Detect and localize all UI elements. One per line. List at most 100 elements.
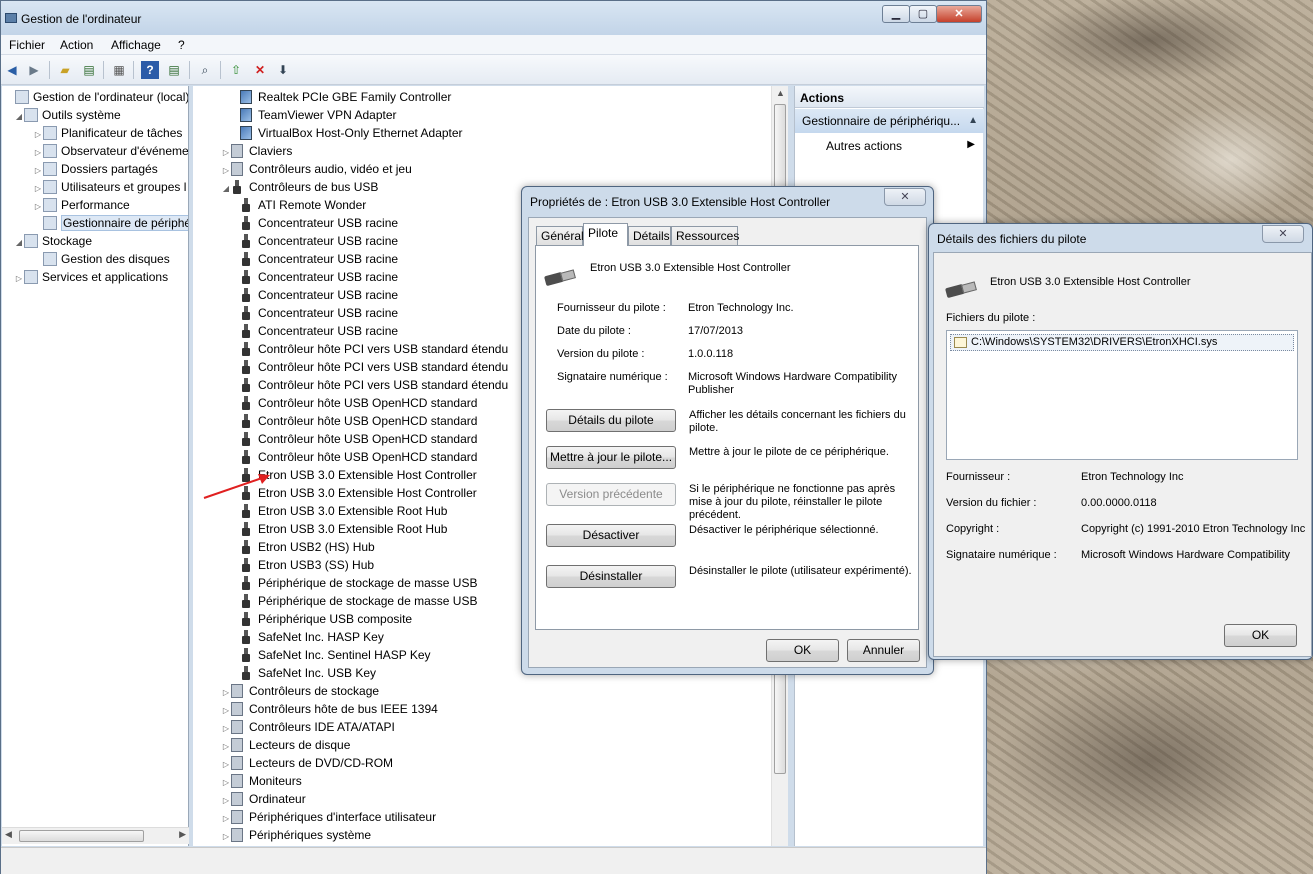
actions-section-device-manager[interactable]: Gestionnaire de périphériqu... ▲ xyxy=(795,109,984,133)
device-tree-item[interactable]: ▷ Contrôleurs de stockage xyxy=(221,682,379,700)
device-tree-item[interactable]: Périphérique de stockage de masse USB xyxy=(240,592,477,610)
tree-item[interactable]: ◢ Outils système xyxy=(14,106,121,124)
device-tree-item[interactable]: Concentrateur USB racine xyxy=(240,250,398,268)
device-tree-item[interactable]: Concentrateur USB racine xyxy=(240,232,398,250)
tree-item[interactable]: Gestionnaire de périphé xyxy=(33,214,188,232)
device-tree-item[interactable]: Contrôleur hôte USB OpenHCD standard xyxy=(240,394,477,412)
tree-item[interactable]: Gestion de l'ordinateur (local) xyxy=(5,88,188,106)
up-folder-icon[interactable]: ▰ xyxy=(56,61,74,79)
scrollbar-thumb[interactable] xyxy=(19,830,144,842)
scroll-left-icon[interactable]: ◀ xyxy=(5,829,12,840)
title-bar[interactable]: Gestion de l'ordinateur ▁ ▢ ✕ xyxy=(1,1,986,35)
device-tree-item[interactable]: ▷ Contrôleurs audio, vidéo et jeu xyxy=(221,160,412,178)
scan-hardware-icon[interactable]: ⌕ xyxy=(196,61,214,79)
help-icon[interactable]: ? xyxy=(141,61,159,79)
scroll-right-icon[interactable]: ▶ xyxy=(179,829,186,840)
submenu-arrow-icon[interactable]: ▶ xyxy=(967,139,975,150)
device-tree-item[interactable]: Etron USB 3.0 Extensible Root Hub xyxy=(240,502,447,520)
driver-details-button[interactable]: Détails du pilote xyxy=(546,409,676,432)
device-tree-item[interactable]: TeamViewer VPN Adapter xyxy=(240,106,397,124)
menu-help[interactable]: ? xyxy=(178,38,185,52)
tree-item[interactable]: ▷ Dossiers partagés xyxy=(33,160,158,178)
tab-resources[interactable]: Ressources xyxy=(671,226,739,246)
other-actions-link[interactable]: Autres actions xyxy=(826,139,902,153)
close-button[interactable]: ✕ xyxy=(936,5,982,23)
tree-item[interactable]: ▷ Performance xyxy=(33,196,130,214)
disable-icon[interactable]: ⬇ xyxy=(274,61,292,79)
uninstall-icon[interactable]: ✕ xyxy=(251,61,269,79)
device-tree-item[interactable]: ▷ Moniteurs xyxy=(221,772,302,790)
tab-general[interactable]: Général xyxy=(536,226,584,246)
device-tree-item[interactable]: SafeNet Inc. USB Key xyxy=(240,664,376,682)
device-tree-item[interactable]: Périphérique de stockage de masse USB xyxy=(240,574,477,592)
file-list-item[interactable]: C:\Windows\SYSTEM32\DRIVERS\EtronXHCI.sy… xyxy=(950,334,1294,351)
back-arrow-icon[interactable]: ◀ xyxy=(3,61,21,79)
tree-item[interactable]: ▷ Utilisateurs et groupes l xyxy=(33,178,186,196)
device-tree-item[interactable]: ▷ Lecteurs de disque xyxy=(221,736,350,754)
show-hide-tree-icon[interactable]: ▤ xyxy=(80,61,98,79)
device-tree-item[interactable]: Concentrateur USB racine xyxy=(240,304,398,322)
update-driver-icon[interactable]: ⇧ xyxy=(227,61,245,79)
device-tree-item[interactable]: ▷ Lecteurs de DVD/CD-ROM xyxy=(221,754,393,772)
menu-fichier[interactable]: Fichier xyxy=(9,38,45,52)
device-tree-item[interactable]: Realtek PCIe GBE Family Controller xyxy=(240,88,451,106)
forward-arrow-icon[interactable]: ▶ xyxy=(25,61,43,79)
device-tree-item[interactable]: Contrôleur hôte USB OpenHCD standard xyxy=(240,448,477,466)
device-tree-item[interactable]: SafeNet Inc. HASP Key xyxy=(240,628,384,646)
device-tree-item[interactable]: Etron USB 3.0 Extensible Host Controller xyxy=(240,484,477,502)
minimize-button[interactable]: ▁ xyxy=(882,5,910,23)
device-tree-item[interactable]: ◢ Contrôleurs de bus USB xyxy=(221,178,378,196)
ok-button[interactable]: OK xyxy=(1224,624,1297,647)
device-tree-item[interactable]: Etron USB2 (HS) Hub xyxy=(240,538,375,556)
device-tree-item[interactable]: Concentrateur USB racine xyxy=(240,286,398,304)
device-tree-item[interactable]: SafeNet Inc. Sentinel HASP Key xyxy=(240,646,431,664)
menu-affichage[interactable]: Affichage xyxy=(111,38,161,52)
device-tree-item[interactable]: ATI Remote Wonder xyxy=(240,196,366,214)
device-tree-item[interactable]: Périphérique USB composite xyxy=(240,610,412,628)
disable-button[interactable]: Désactiver xyxy=(546,524,676,547)
device-tree-item[interactable]: Concentrateur USB racine xyxy=(240,268,398,286)
ok-button[interactable]: OK xyxy=(766,639,839,662)
device-tree-item[interactable]: Concentrateur USB racine xyxy=(240,322,398,340)
device-tree-item[interactable]: ▷ Contrôleurs IDE ATA/ATAPI xyxy=(221,718,395,736)
device-tree-item[interactable]: Etron USB 3.0 Extensible Host Controller xyxy=(240,466,477,484)
collapse-caret-icon[interactable]: ▲ xyxy=(968,115,978,126)
expand-arrow-icon[interactable]: ◢ xyxy=(14,234,24,252)
tab-driver[interactable]: Pilote xyxy=(583,223,628,246)
device-tree-item[interactable]: Etron USB3 (SS) Hub xyxy=(240,556,374,574)
tab-details[interactable]: Détails xyxy=(628,226,671,246)
tree-item[interactable]: Gestion des disques xyxy=(33,250,170,268)
device-tree-item[interactable]: ▷ Contrôleurs hôte de bus IEEE 1394 xyxy=(221,700,438,718)
device-tree-item[interactable]: ▷ Claviers xyxy=(221,142,292,160)
device-tree-item[interactable]: ▷ Périphériques d'interface utilisateur xyxy=(221,808,436,826)
device-tree-item[interactable]: Contrôleur hôte PCI vers USB standard ét… xyxy=(240,340,508,358)
expand-arrow-icon[interactable]: ▷ xyxy=(14,270,24,288)
left-horizontal-scrollbar[interactable]: ◀ ▶ xyxy=(2,827,189,844)
expand-arrow-icon[interactable]: ▷ xyxy=(221,828,231,846)
tree-item[interactable]: ▷Observateur d'événements xyxy=(33,142,188,160)
cancel-button[interactable]: Annuler xyxy=(847,639,920,662)
device-tree-item[interactable]: ▷ Ordinateur xyxy=(221,790,306,808)
device-tree-item[interactable]: Concentrateur USB racine xyxy=(240,214,398,232)
device-tree-item[interactable]: Contrôleur hôte PCI vers USB standard ét… xyxy=(240,358,508,376)
device-tree-item[interactable]: Contrôleur hôte USB OpenHCD standard xyxy=(240,430,477,448)
tree-item[interactable]: ▷ Planificateur de tâches xyxy=(33,124,182,142)
expand-arrow-icon[interactable]: ◢ xyxy=(14,108,24,126)
properties-icon[interactable]: ▦ xyxy=(110,61,128,79)
device-tree-item[interactable]: Contrôleur hôte PCI vers USB standard ét… xyxy=(240,376,508,394)
dialog-close-button[interactable]: ✕ xyxy=(884,188,926,206)
dialog-close-button[interactable]: ✕ xyxy=(1262,225,1304,243)
driver-files-list[interactable]: C:\Windows\SYSTEM32\DRIVERS\EtronXHCI.sy… xyxy=(946,330,1298,460)
device-tree-item[interactable]: Contrôleur hôte USB OpenHCD standard xyxy=(240,412,477,430)
show-hide-action-icon[interactable]: ▤ xyxy=(165,61,183,79)
tree-item[interactable]: ◢ Stockage xyxy=(14,232,92,250)
device-tree-item[interactable]: ▷ Périphériques système xyxy=(221,826,371,844)
tree-item[interactable]: ▷ Services et applications xyxy=(14,268,168,286)
device-tree-item[interactable]: VirtualBox Host-Only Ethernet Adapter xyxy=(240,124,463,142)
expand-arrow-icon[interactable]: ◢ xyxy=(221,180,231,198)
uninstall-button[interactable]: Désinstaller xyxy=(546,565,676,588)
update-driver-button[interactable]: Mettre à jour le pilote... xyxy=(546,446,676,469)
menu-action[interactable]: Action xyxy=(60,38,93,52)
scroll-up-icon[interactable]: ▲ xyxy=(776,88,785,98)
device-tree-item[interactable]: Etron USB 3.0 Extensible Root Hub xyxy=(240,520,447,538)
